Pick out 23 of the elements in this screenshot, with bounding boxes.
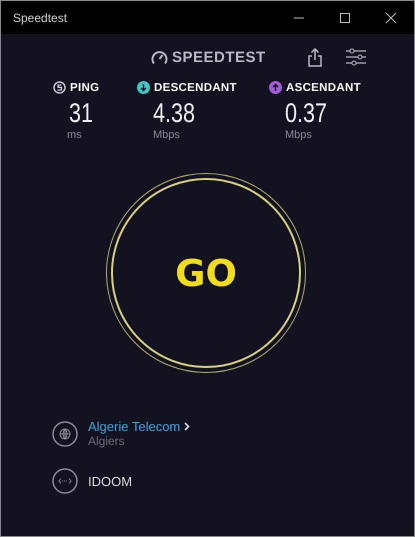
maximize-icon[interactable] xyxy=(339,12,351,24)
chevron-icon xyxy=(184,422,190,431)
provider-location: Algiers xyxy=(88,434,126,448)
settings-icon[interactable] xyxy=(344,48,367,66)
logo-text: SPEEDTEST xyxy=(172,48,266,66)
gauge-icon xyxy=(151,50,168,64)
connection-icon xyxy=(52,468,78,494)
close-icon[interactable] xyxy=(385,12,397,24)
provider-link[interactable]: Algerie Telecom xyxy=(88,419,180,434)
server-name: IDOOM xyxy=(88,474,132,488)
globe-icon xyxy=(52,420,78,446)
metric-unit: Mbps xyxy=(285,129,312,141)
metric-unit: ms xyxy=(67,129,82,141)
metric-label: PING xyxy=(70,82,100,94)
share-icon[interactable] xyxy=(308,48,322,66)
metric-value: 4.38 xyxy=(153,97,196,129)
metric-label: DESCENDANT xyxy=(154,82,237,94)
metric-value: 0.37 xyxy=(285,97,328,129)
go-button[interactable]: GO xyxy=(111,178,301,368)
metric-value: 31 xyxy=(69,97,94,129)
metric-label: ASCENDANT xyxy=(286,82,361,94)
metric-unit: Mbps xyxy=(153,129,180,141)
window-title: Speedtest xyxy=(13,10,68,24)
